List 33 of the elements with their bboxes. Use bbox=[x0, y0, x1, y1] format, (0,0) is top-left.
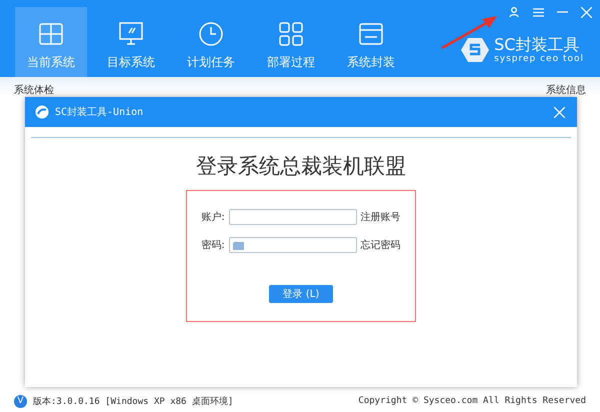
field-label: 密码: bbox=[201, 238, 225, 252]
field-label: 账户: bbox=[201, 210, 225, 224]
field-link[interactable]: 忘记密码 bbox=[360, 238, 401, 252]
grid-icon bbox=[277, 20, 305, 48]
monitor-icon bbox=[117, 20, 145, 48]
close-button[interactable] bbox=[551, 104, 567, 120]
dialog-heading: 登录系统总裁装机联盟 bbox=[196, 153, 406, 180]
close-button[interactable] bbox=[578, 4, 594, 20]
logo-name: SC封装工具 bbox=[494, 36, 580, 54]
menu-icon bbox=[532, 8, 544, 16]
user-icon bbox=[509, 7, 519, 17]
logo-icon bbox=[460, 36, 490, 64]
section-heading: 系统信息 bbox=[546, 84, 586, 95]
account-field[interactable] bbox=[228, 209, 357, 225]
dialog-title: SC封装工具-Union bbox=[55, 106, 144, 119]
nav-tab[interactable]: 计划任务 bbox=[175, 7, 247, 77]
password-field[interactable] bbox=[228, 237, 357, 253]
nav-tab[interactable]: 目标系统 bbox=[95, 7, 167, 77]
minimize-icon bbox=[556, 11, 568, 13]
nav-tab[interactable]: 系统封装 bbox=[335, 7, 407, 77]
login-button[interactable]: 登录 (L) bbox=[269, 285, 333, 303]
close-icon bbox=[580, 6, 592, 18]
section-heading: 系统体检 bbox=[14, 84, 54, 95]
nav-tab[interactable]: 当前系统 bbox=[15, 7, 87, 77]
close-icon bbox=[554, 106, 564, 118]
logo-tagline: sysprep ceo tool bbox=[494, 54, 584, 64]
field-link[interactable]: 注册账号 bbox=[360, 210, 401, 224]
version-text: 版本:3.0.0.16 [Windows XP x86 桌面环境] bbox=[33, 396, 234, 408]
copyright-text: Copyright © Sysceo.com All Rights Reserved bbox=[358, 396, 586, 406]
nav-tab[interactable]: 部署过程 bbox=[255, 7, 327, 77]
clock-icon bbox=[197, 20, 225, 48]
logo-icon bbox=[35, 105, 49, 119]
version-badge: V bbox=[14, 394, 27, 408]
